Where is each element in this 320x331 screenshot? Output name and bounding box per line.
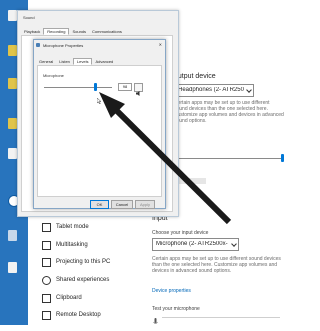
arrow-pointer-icon	[99, 92, 232, 225]
